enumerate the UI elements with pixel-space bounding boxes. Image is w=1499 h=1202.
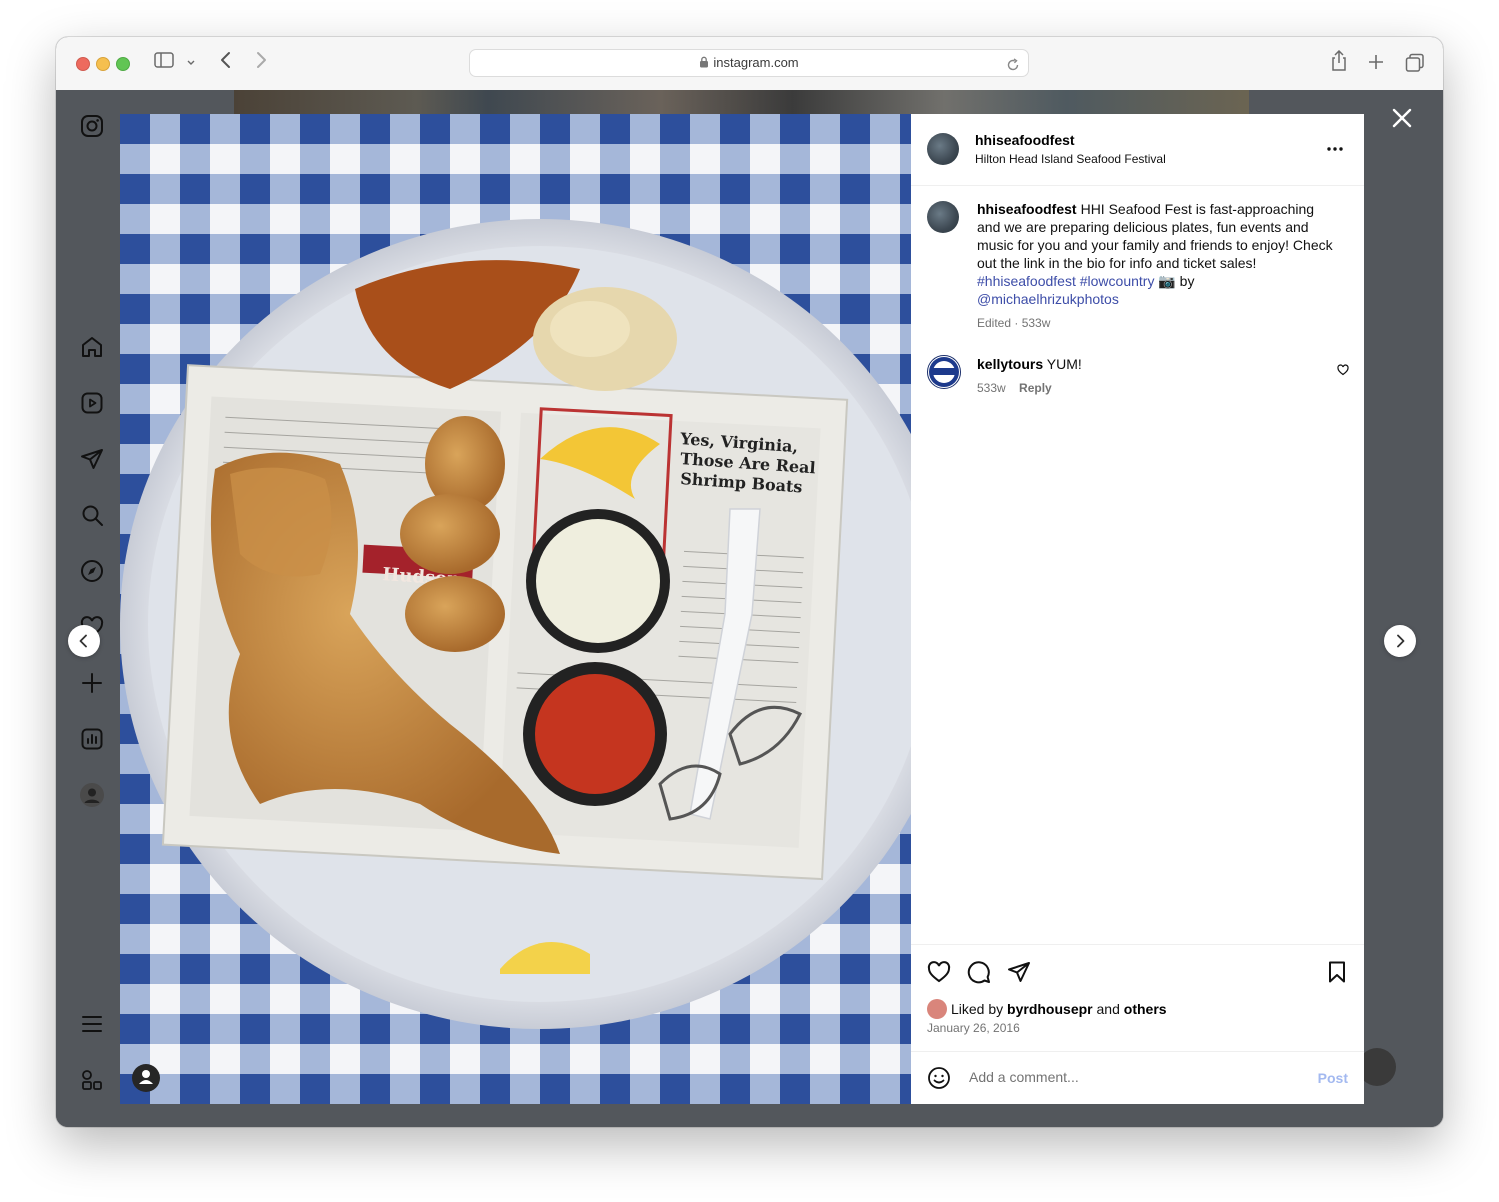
- address-bar[interactable]: instagram.com: [469, 49, 1029, 77]
- post-photo[interactable]: Yes, Virginia, Those Are Real Shrimp Boa…: [120, 114, 911, 1104]
- post-caption: hhiseafoodfest HHI Seafood Fest is fast-a…: [977, 200, 1337, 332]
- add-comment-bar: Post: [911, 1051, 1364, 1106]
- insights-icon[interactable]: [80, 727, 104, 751]
- comment-meta: 533w Reply: [977, 381, 1052, 395]
- by-text: by: [1179, 273, 1195, 289]
- comment-reply-button[interactable]: Reply: [1019, 381, 1052, 395]
- browser-toolbar: instagram.com: [56, 37, 1443, 91]
- forward-arrow-icon[interactable]: [254, 51, 268, 74]
- more-options-icon[interactable]: [1325, 142, 1345, 161]
- comment-age: 533w: [977, 381, 1006, 395]
- author-avatar[interactable]: [927, 133, 959, 165]
- liked-by-prefix: Liked by: [951, 1001, 1004, 1017]
- hashtag-link[interactable]: #lowcountry: [1080, 273, 1155, 289]
- new-tab-icon[interactable]: [1368, 54, 1384, 75]
- comment-username[interactable]: kellytours: [977, 356, 1043, 372]
- explore-icon[interactable]: [80, 559, 104, 583]
- post-header: hhiseafoodfest Hilton Head Island Seafoo…: [911, 114, 1364, 186]
- liked-by-and: and: [1096, 1001, 1120, 1017]
- address-url: instagram.com: [713, 55, 799, 70]
- post-actions: Liked by byrdhousepr and others January …: [911, 944, 1364, 1105]
- author-display-name[interactable]: Hilton Head Island Seafood Festival: [975, 152, 1166, 166]
- like-heart-icon[interactable]: [927, 960, 951, 984]
- page-content: Yes, Virginia, Those Are Real Shrimp Boa…: [56, 90, 1443, 1127]
- save-bookmark-icon[interactable]: [1325, 960, 1349, 984]
- close-window-button[interactable]: [76, 57, 90, 71]
- back-arrow-icon[interactable]: [219, 51, 233, 74]
- messages-icon[interactable]: [80, 447, 104, 471]
- zoom-window-button[interactable]: [116, 57, 130, 71]
- close-modal-icon[interactable]: [1391, 107, 1413, 129]
- profile-avatar[interactable]: [80, 783, 104, 807]
- instagram-logo-icon[interactable]: [80, 114, 104, 138]
- caption-author-avatar[interactable]: [927, 201, 959, 233]
- browser-window: instagram.com Yes, Virginia, Those Are R…: [56, 37, 1443, 1127]
- camera-emoji: 📷: [1158, 273, 1176, 289]
- comment-text: YUM!: [1046, 356, 1082, 372]
- post-details-panel: hhiseafoodfest Hilton Head Island Seafoo…: [911, 114, 1364, 1104]
- comment-like-heart-icon[interactable]: [1337, 363, 1349, 381]
- minimize-window-button[interactable]: [96, 57, 110, 71]
- reload-icon[interactable]: [1006, 55, 1020, 81]
- mention-link[interactable]: @michaelhrizukphotos: [977, 291, 1119, 307]
- home-icon[interactable]: [80, 335, 104, 359]
- caption-username[interactable]: hhiseafoodfest: [977, 201, 1077, 217]
- comment-input[interactable]: [967, 1068, 1291, 1086]
- liked-by-user[interactable]: byrdhousepr: [1007, 1001, 1093, 1017]
- commenter-avatar[interactable]: [927, 355, 961, 389]
- next-post-button[interactable]: [1384, 625, 1416, 657]
- comment-bubble-icon[interactable]: [967, 960, 991, 984]
- emoji-picker-icon[interactable]: [927, 1066, 951, 1095]
- post-comment-button[interactable]: Post: [1318, 1070, 1348, 1086]
- sidebar-toggle-icon[interactable]: [154, 51, 174, 74]
- post-date[interactable]: January 26, 2016: [927, 1021, 1020, 1035]
- create-plus-icon[interactable]: [80, 671, 104, 695]
- background-feed-strip: [234, 90, 1249, 114]
- liked-by-others[interactable]: others: [1124, 1001, 1167, 1017]
- lock-icon: [699, 51, 709, 77]
- caption-edited-meta: Edited · 533w: [977, 316, 1051, 330]
- reels-icon[interactable]: [80, 391, 104, 415]
- also-from-meta-icon[interactable]: [80, 1068, 104, 1092]
- author-username[interactable]: hhiseafoodfest: [975, 132, 1075, 148]
- comment-body: kellytours YUM!: [977, 356, 1082, 372]
- share-paper-plane-icon[interactable]: [1007, 960, 1031, 984]
- liked-by-summary: Liked by byrdhousepr and others: [927, 999, 1167, 1019]
- liker-avatar[interactable]: [927, 999, 947, 1019]
- search-icon[interactable]: [80, 503, 104, 527]
- more-menu-icon[interactable]: [80, 1012, 104, 1036]
- previous-post-button[interactable]: [68, 625, 100, 657]
- hashtag-link[interactable]: #hhiseafoodfest: [977, 273, 1076, 289]
- chevron-down-icon[interactable]: [186, 55, 196, 73]
- tab-overview-icon[interactable]: [1405, 53, 1425, 78]
- instagram-sidebar: [56, 90, 128, 1127]
- share-icon[interactable]: [1330, 49, 1348, 77]
